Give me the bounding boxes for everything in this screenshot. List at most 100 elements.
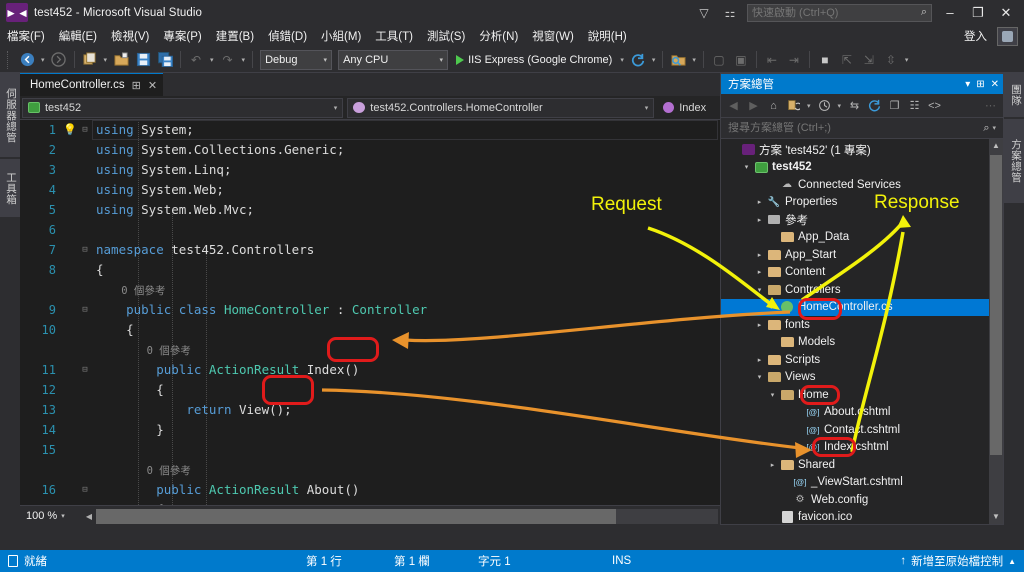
- navbar-type-select[interactable]: test452.Controllers.HomeController ▾: [347, 98, 654, 118]
- scroll-up-arrow[interactable]: ▲: [989, 139, 1003, 153]
- menu-item-build[interactable]: 建置(B): [209, 25, 261, 47]
- tree-item[interactable]: [@]Contact.cshtml: [721, 421, 1003, 439]
- fold-toggle-icon[interactable]: ⊟: [78, 120, 92, 140]
- menu-item-debug[interactable]: 偵錯(D): [261, 25, 314, 47]
- pin-tab-icon[interactable]: ⊞: [132, 79, 141, 92]
- tree-item[interactable]: ▾test452: [721, 159, 1003, 177]
- tree-item[interactable]: ⚙Web.config: [721, 491, 1003, 509]
- expander-icon[interactable]: ▸: [753, 198, 766, 206]
- menu-item-analyze[interactable]: 分析(N): [472, 25, 525, 47]
- tree-item[interactable]: ▸App_Start: [721, 246, 1003, 264]
- se-show-all-files-icon[interactable]: ❐: [885, 96, 904, 116]
- se-pending-changes-filter-icon[interactable]: [815, 96, 834, 116]
- minimize-button[interactable]: –: [936, 0, 964, 25]
- expander-icon[interactable]: ▸: [753, 321, 766, 329]
- fold-toggle-icon[interactable]: ⊟: [78, 360, 92, 380]
- solution-explorer-search[interactable]: ⌕ ▾: [721, 118, 1003, 139]
- new-project-caret[interactable]: ▾: [101, 56, 111, 64]
- tree-item[interactable]: ▸🔧Properties: [721, 194, 1003, 212]
- se-collapse-all-icon[interactable]: ⇆: [845, 96, 864, 116]
- open-file-icon[interactable]: [110, 49, 132, 71]
- status-source-control-group[interactable]: ↑ 新增至原始檔控制 ▲: [900, 553, 1024, 569]
- tree-item[interactable]: ▾Views: [721, 369, 1003, 387]
- tree-item[interactable]: [@]_ViewStart.cshtml: [721, 474, 1003, 492]
- panel-menu-icon[interactable]: ▾: [965, 79, 970, 90]
- search-options-caret[interactable]: ▾: [989, 124, 999, 132]
- code-editor-surface[interactable]: 1💡⊟using System;2using System.Collection…: [20, 120, 720, 505]
- menu-item-file[interactable]: 檔案(F): [0, 25, 52, 47]
- navigate-backward-caret[interactable]: ▾: [38, 56, 48, 64]
- document-tab-homecontroller[interactable]: HomeController.cs ⊞ ✕: [20, 73, 163, 96]
- refresh-icon[interactable]: [627, 49, 649, 71]
- se-sync-caret[interactable]: ▾: [804, 102, 814, 110]
- se-view-code-icon[interactable]: <>: [925, 96, 944, 116]
- panel-close-icon[interactable]: ✕: [991, 79, 999, 90]
- scroll-down-arrow[interactable]: ▼: [989, 510, 1003, 524]
- refresh-caret[interactable]: ▾: [649, 56, 659, 64]
- maximize-button[interactable]: ❐: [964, 0, 992, 25]
- hscroll-left-arrow[interactable]: ◀: [82, 512, 96, 521]
- solution-configuration-select[interactable]: Debug ▾: [260, 50, 332, 70]
- expander-icon[interactable]: ▾: [740, 163, 753, 171]
- start-debugging-caret[interactable]: ▾: [617, 56, 627, 64]
- tree-item[interactable]: [@]Index.cshtml: [721, 439, 1003, 457]
- navbar-project-select[interactable]: test452 ▾: [22, 98, 343, 118]
- horizontal-scrollbar-thumb[interactable]: [96, 509, 616, 524]
- sign-in-button[interactable]: 登入: [954, 28, 997, 44]
- expander-icon[interactable]: ▸: [753, 268, 766, 276]
- solution-explorer-tree[interactable]: 方案 'test452' (1 專案)▾test452☁Connected Se…: [721, 139, 1003, 524]
- send-feedback-icon[interactable]: ▽: [691, 0, 717, 25]
- expander-icon[interactable]: ▸: [753, 356, 766, 364]
- menu-item-team[interactable]: 小組(M): [314, 25, 368, 47]
- fold-toggle-icon[interactable]: ⊟: [78, 240, 92, 260]
- find-in-files-icon[interactable]: [667, 49, 689, 71]
- new-project-icon[interactable]: [79, 49, 101, 71]
- left-tab-toolbox[interactable]: 工具箱: [0, 159, 20, 217]
- tree-item[interactable]: [@]About.cshtml: [721, 404, 1003, 422]
- toolbar-grip[interactable]: [7, 51, 13, 69]
- tree-item[interactable]: ▾Controllers: [721, 281, 1003, 299]
- expander-icon[interactable]: ▸: [766, 461, 779, 469]
- se-refresh-icon[interactable]: [865, 96, 884, 116]
- notifications-icon[interactable]: ⚏: [717, 0, 743, 25]
- solution-explorer-vertical-scrollbar[interactable]: ▲ ▼: [989, 139, 1003, 524]
- fold-toggle-icon[interactable]: ⊟: [78, 480, 92, 500]
- save-icon[interactable]: [132, 49, 154, 71]
- expander-icon[interactable]: ▸: [753, 216, 766, 224]
- save-all-icon[interactable]: [154, 49, 176, 71]
- find-caret[interactable]: ▾: [689, 56, 699, 64]
- se-properties-icon[interactable]: ☷: [905, 96, 924, 116]
- expander-icon[interactable]: ▸: [753, 251, 766, 259]
- se-filter-caret[interactable]: ▾: [835, 102, 845, 110]
- tree-item[interactable]: ▸Content: [721, 264, 1003, 282]
- close-tab-icon[interactable]: ✕: [148, 79, 157, 92]
- zoom-control[interactable]: 100 % ▾: [20, 510, 82, 522]
- menu-item-window[interactable]: 視窗(W): [525, 25, 581, 47]
- tree-item[interactable]: App_Data: [721, 229, 1003, 247]
- toolbar-overflow-caret[interactable]: ▾: [902, 56, 912, 64]
- tree-item[interactable]: Models: [721, 334, 1003, 352]
- tree-item[interactable]: 方案 'test452' (1 專案): [721, 141, 1003, 159]
- se-overflow-icon[interactable]: ⋯: [981, 96, 1000, 116]
- tree-item[interactable]: favicon.ico: [721, 509, 1003, 525]
- menu-item-test[interactable]: 測試(S): [420, 25, 472, 47]
- left-tab-server-explorer[interactable]: 伺服器總管: [0, 73, 20, 157]
- toggle-bookmark-icon[interactable]: ■: [814, 49, 836, 71]
- start-debugging-button[interactable]: IIS Express (Google Chrome): [451, 49, 617, 71]
- status-expand-icon[interactable]: ▲: [1008, 557, 1016, 566]
- panel-dock-icon[interactable]: ⊞: [976, 79, 984, 90]
- close-button[interactable]: ✕: [992, 0, 1020, 25]
- solution-platform-select[interactable]: Any CPU ▾: [338, 50, 448, 70]
- tree-item[interactable]: ▸fonts: [721, 316, 1003, 334]
- menu-item-help[interactable]: 說明(H): [581, 25, 634, 47]
- menu-item-edit[interactable]: 編輯(E): [52, 25, 104, 47]
- se-home-icon[interactable]: ⌂: [764, 96, 783, 116]
- menu-item-tools[interactable]: 工具(T): [368, 25, 420, 47]
- expander-icon[interactable]: ▸: [766, 303, 779, 311]
- quick-launch-box[interactable]: ⌕: [747, 4, 932, 22]
- fold-toggle-icon[interactable]: ⊟: [78, 300, 92, 320]
- menu-item-project[interactable]: 專案(P): [156, 25, 208, 47]
- expander-icon[interactable]: ▾: [753, 286, 766, 294]
- scrollbar-thumb[interactable]: [990, 155, 1002, 455]
- tree-item[interactable]: ▸HomeController.cs: [721, 299, 1003, 317]
